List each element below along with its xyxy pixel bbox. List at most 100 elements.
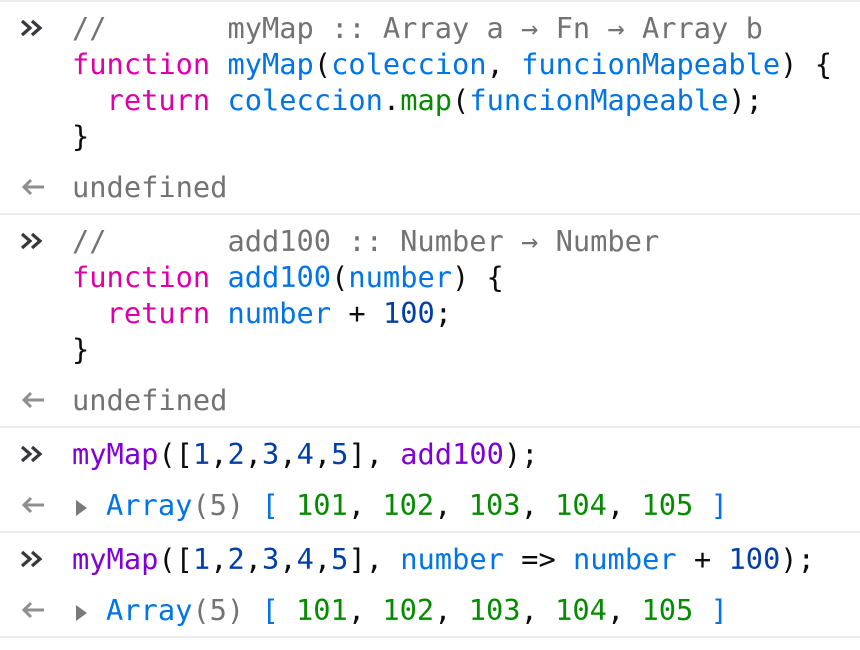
code-token: function <box>72 260 211 294</box>
array-value: 105 <box>641 488 694 522</box>
code-token: , <box>244 542 263 576</box>
code-token: funcionMapeable <box>521 47 781 81</box>
code-token: , <box>210 437 228 471</box>
code-token: 100 <box>728 542 781 576</box>
separator: , <box>520 593 556 627</box>
expand-triangle-icon[interactable] <box>76 500 87 516</box>
code-token: add100 <box>400 437 504 471</box>
separator: , <box>606 593 642 627</box>
code-token: 4 <box>296 437 314 471</box>
code-token: ); <box>728 83 763 117</box>
console-entry: myMap([1,2,3,4,5], number => number + 10… <box>0 533 860 638</box>
code-token: 3 <box>262 542 280 576</box>
code-token: number <box>348 260 453 294</box>
code-token: . <box>382 83 401 117</box>
code-token: coleccion <box>227 83 383 117</box>
separator: , <box>434 488 469 522</box>
code-token: // myMap :: Array a → Fn → Array b <box>72 11 763 45</box>
code-token: ; <box>434 296 453 330</box>
output-value: undefined <box>72 170 228 204</box>
array-bracket-close: ] <box>693 593 728 627</box>
arrow-left-icon <box>18 487 50 523</box>
array-value: 103 <box>468 593 521 627</box>
output-line: undefined <box>0 382 860 418</box>
array-length: (5) <box>192 593 245 627</box>
code-token: + <box>676 542 729 576</box>
code-token: ( <box>452 83 470 117</box>
separator: , <box>347 488 383 522</box>
output-line: undefined <box>0 169 860 205</box>
console-entry: myMap([1,2,3,4,5], add100); Array(5) [ 10… <box>0 428 860 533</box>
code-token: ( <box>313 47 332 81</box>
array-label[interactable]: Array <box>106 488 192 522</box>
code-token: } <box>72 119 90 153</box>
array-bracket-open: [ <box>244 488 297 522</box>
arrow-left-icon <box>18 382 50 418</box>
chevrons-right-icon <box>18 436 50 472</box>
input-line[interactable]: } <box>0 331 860 367</box>
input-line[interactable]: function myMap(coleccion, funcionMapeabl… <box>0 46 860 82</box>
input-line[interactable]: return coleccion.map(funcionMapeable); <box>0 82 860 118</box>
input-line[interactable]: // myMap :: Array a → Fn → Array b <box>0 10 860 46</box>
input-line[interactable]: } <box>0 118 860 154</box>
code-token: 2 <box>227 542 245 576</box>
console-entry: // add100 :: Number → Number function add… <box>0 215 860 428</box>
separator: , <box>606 488 642 522</box>
code-token: // add100 :: Number → Number <box>72 224 660 258</box>
arrow-left-icon <box>18 169 50 205</box>
code-token: ); <box>780 542 815 576</box>
chevrons-right-icon <box>18 541 50 577</box>
code-token: number <box>227 296 332 330</box>
array-length: (5) <box>192 488 245 522</box>
input-line[interactable]: // add100 :: Number → Number <box>0 223 860 259</box>
input-line[interactable]: myMap([1,2,3,4,5], add100); <box>0 436 860 472</box>
code-token: function <box>72 47 211 81</box>
code-token: 3 <box>262 437 280 471</box>
code-token: 4 <box>296 542 314 576</box>
expand-triangle-icon[interactable] <box>76 605 87 621</box>
code-token: 5 <box>331 542 349 576</box>
chevrons-right-icon <box>18 10 50 46</box>
code-token: ], <box>348 437 401 471</box>
code-token: ( <box>331 260 349 294</box>
console-output: // myMap :: Array a → Fn → Array b functi… <box>0 0 860 638</box>
code-token: 100 <box>382 296 435 330</box>
code-token: ([ <box>158 542 193 576</box>
array-bracket-open: [ <box>244 593 297 627</box>
output-line: Array(5) [ 101, 102, 103, 104, 105 ] <box>0 487 860 523</box>
code-token: myMap <box>72 437 159 471</box>
array-value: 102 <box>382 488 435 522</box>
array-value: 104 <box>555 593 607 627</box>
input-line[interactable]: myMap([1,2,3,4,5], number => number + 10… <box>0 541 860 577</box>
array-label[interactable]: Array <box>106 593 192 627</box>
input-line[interactable]: return number + 100; <box>0 295 860 331</box>
arrow-left-icon <box>18 592 50 628</box>
array-value: 104 <box>555 488 607 522</box>
console-entry: // myMap :: Array a → Fn → Array b functi… <box>0 2 860 215</box>
code-token: number <box>400 542 504 576</box>
code-token: => <box>503 542 573 576</box>
code-token: } <box>72 332 90 366</box>
code-token: add100 <box>227 260 332 294</box>
code-token: myMap <box>227 47 314 81</box>
output-value: undefined <box>72 383 228 417</box>
code-token: , <box>210 542 228 576</box>
output-line: Array(5) [ 101, 102, 103, 104, 105 ] <box>0 592 860 628</box>
code-token: , <box>279 542 297 576</box>
separator: , <box>347 593 383 627</box>
code-token: map <box>400 83 453 117</box>
code-token: ([ <box>158 437 193 471</box>
code-token: + <box>331 296 383 330</box>
input-line[interactable]: function add100(number) { <box>0 259 860 295</box>
code-token: funcionMapeable <box>469 83 729 117</box>
code-token: , <box>244 437 263 471</box>
code-token: , <box>279 437 297 471</box>
array-value: 101 <box>296 488 348 522</box>
code-token: 5 <box>331 437 349 471</box>
code-token: return <box>106 296 211 330</box>
